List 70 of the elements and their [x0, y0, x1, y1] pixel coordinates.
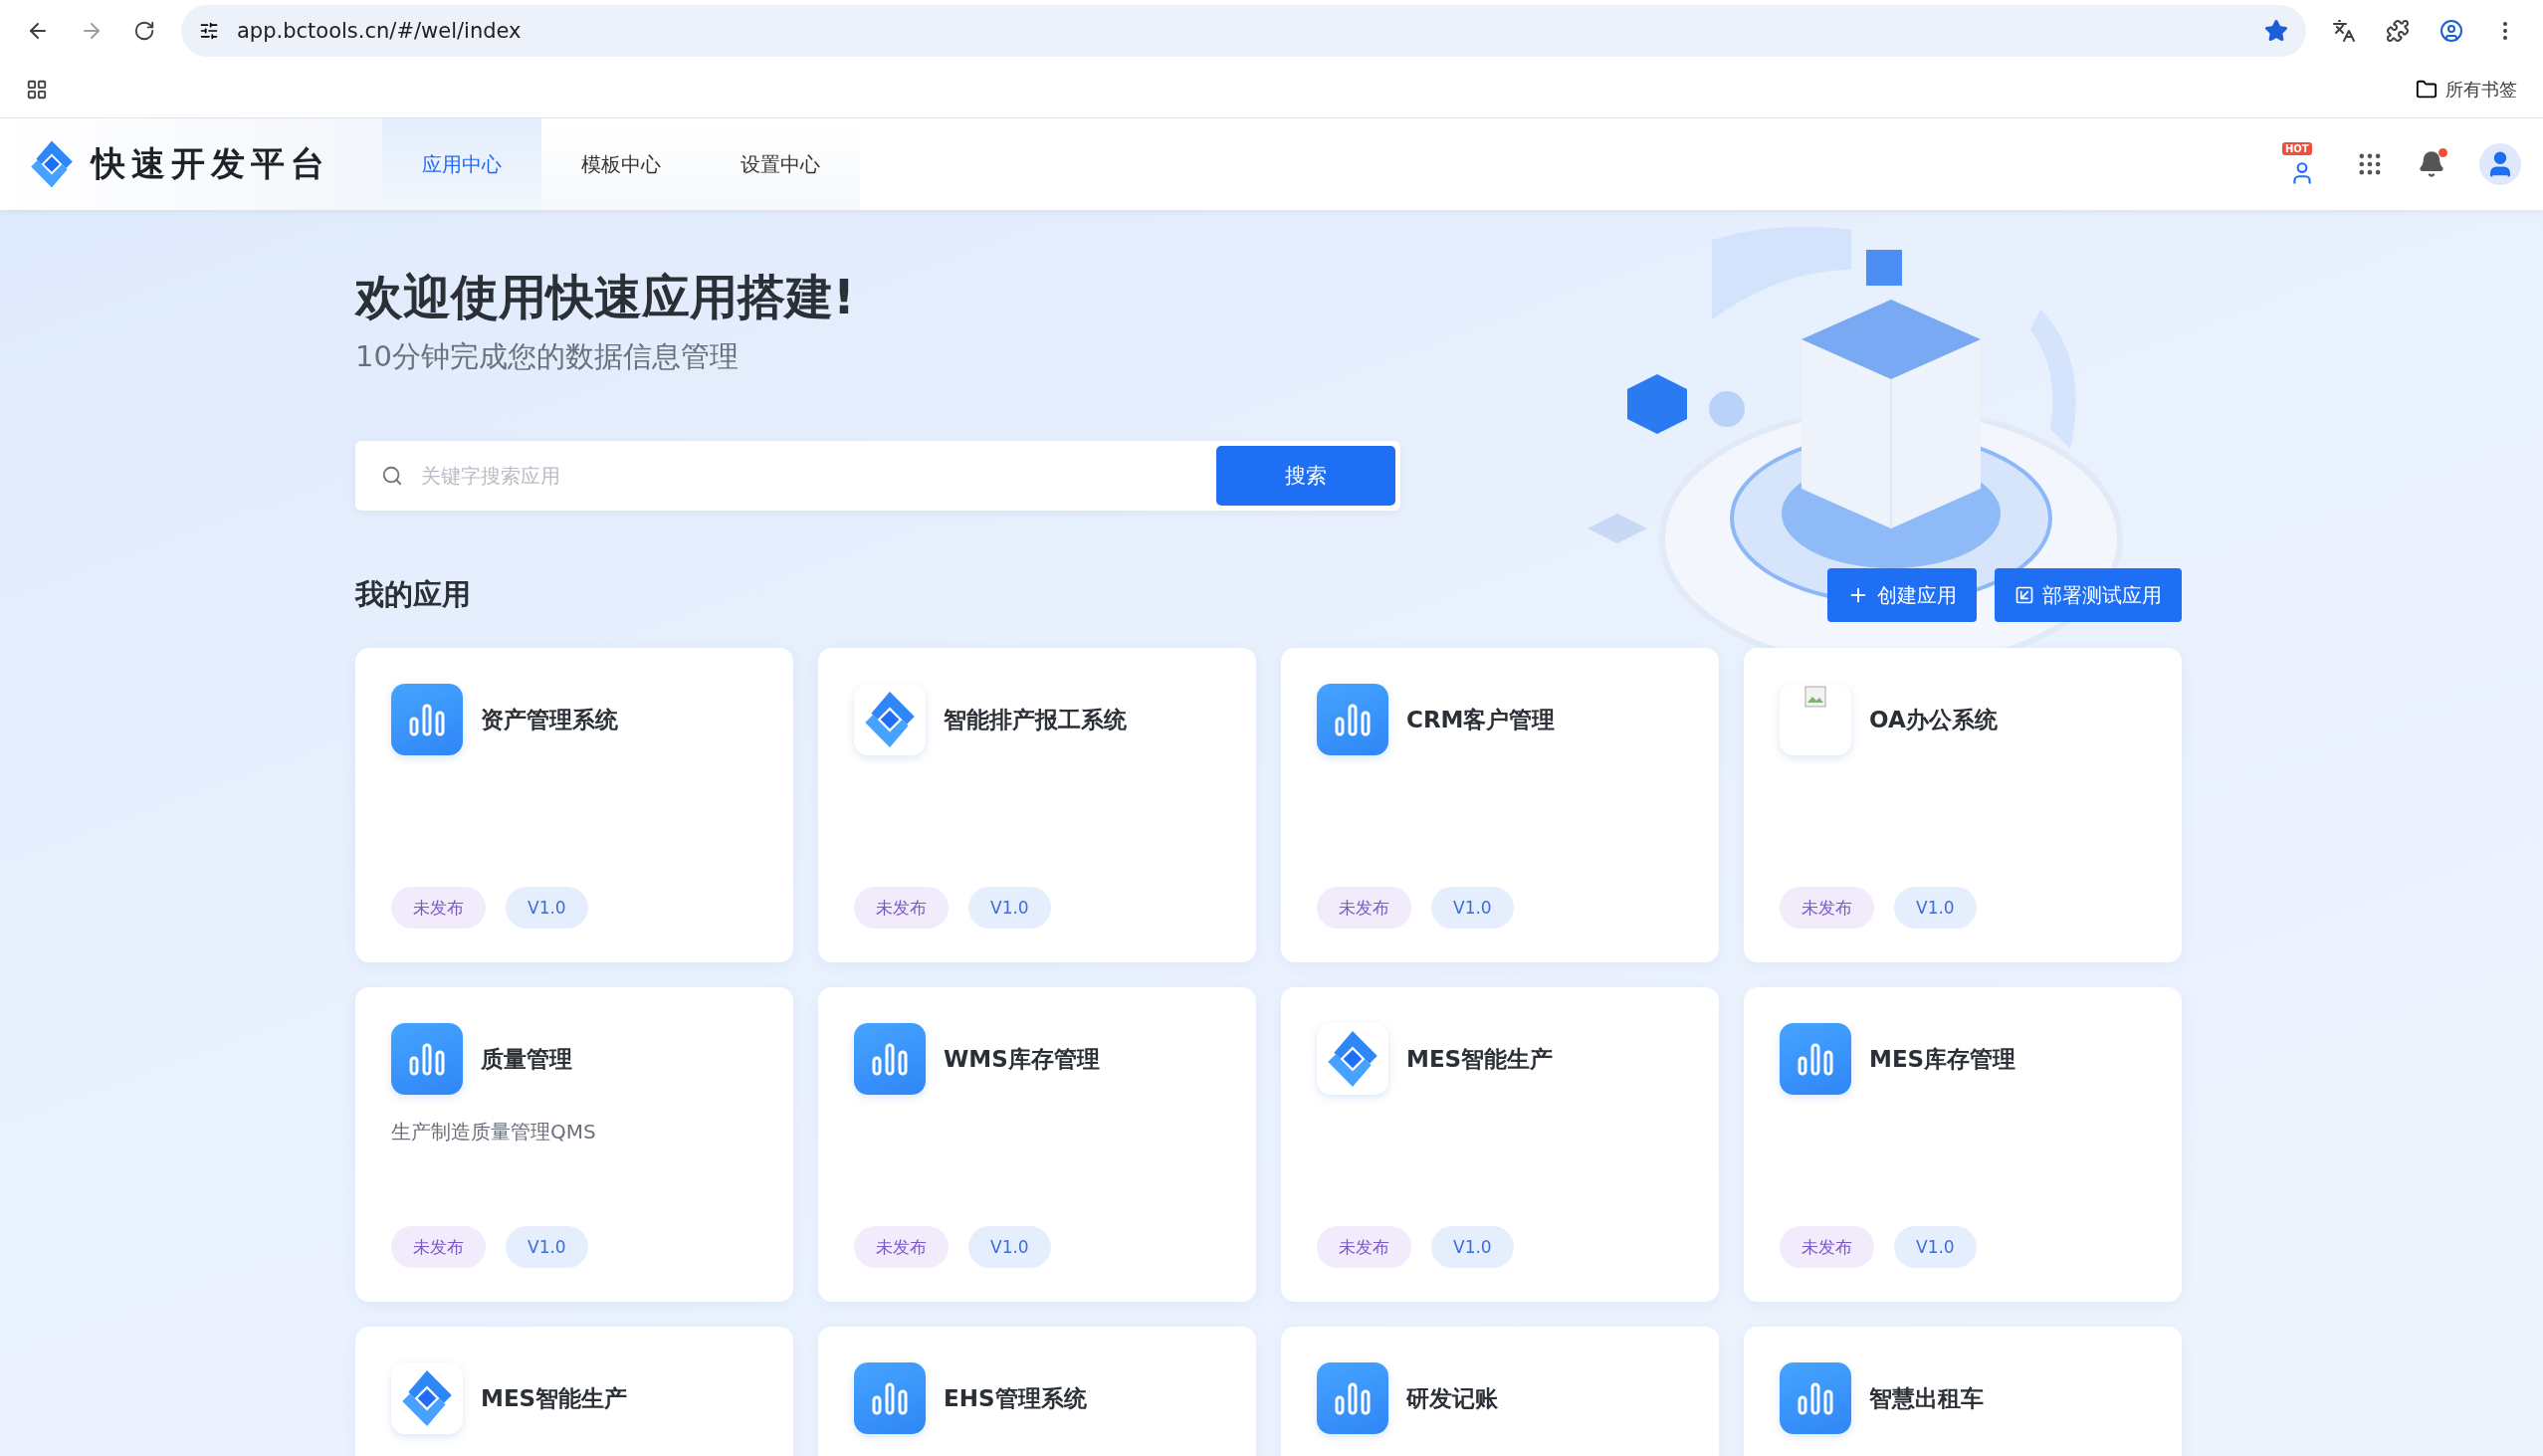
folder-icon[interactable]	[2416, 79, 2437, 101]
app-name: 智能排产报工系统	[944, 705, 1127, 734]
app-card[interactable]: WMS库存管理 未发布 V1.0	[818, 987, 1256, 1302]
status-tag: 未发布	[1780, 1226, 1874, 1268]
version-tag: V1.0	[968, 887, 1051, 929]
address-bar[interactable]: app.bctools.cn/#/wel/index	[181, 5, 2306, 57]
app-card[interactable]: MES库存管理 未发布 V1.0	[1744, 987, 2182, 1302]
welcome-title: 欢迎使用快速应用搭建!	[355, 268, 856, 326]
app-name: MES智能生产	[481, 1383, 628, 1413]
status-tag: 未发布	[854, 1226, 949, 1268]
notification-bell-icon[interactable]	[2418, 150, 2445, 178]
status-tag: 未发布	[1317, 887, 1411, 929]
search-button[interactable]: 搜索	[1216, 446, 1395, 506]
app-card[interactable]: 资产管理系统 未发布 V1.0	[355, 648, 793, 962]
bar-chart-icon	[1333, 1381, 1373, 1415]
app-name: MES库存管理	[1869, 1044, 2016, 1074]
search-field[interactable]: 关键字搜索应用 搜索	[355, 441, 1400, 511]
nav-tab[interactable]: 模板中心	[541, 118, 701, 210]
version-tag: V1.0	[506, 1226, 588, 1268]
app-name: 资产管理系统	[481, 705, 618, 734]
app-card[interactable]: 质量管理 生产制造质量管理QMS 未发布 V1.0	[355, 987, 793, 1302]
create-app-button[interactable]: 创建应用	[1827, 568, 1977, 622]
app-name: WMS库存管理	[944, 1044, 1100, 1074]
status-tag: 未发布	[1780, 887, 1874, 929]
section-title: 我的应用	[355, 576, 472, 613]
app-card[interactable]: MES智能生产 未发布 V1.0	[1281, 987, 1719, 1302]
app-name: MES智能生产	[1406, 1044, 1554, 1074]
app-card[interactable]: CRM客户管理 未发布 V1.0	[1281, 648, 1719, 962]
version-tag: V1.0	[1894, 1226, 1977, 1268]
bar-chart-icon	[1333, 703, 1373, 736]
app-card[interactable]: 智能排产报工系统 未发布 V1.0	[818, 648, 1256, 962]
status-tag: 未发布	[391, 1226, 486, 1268]
app-name: 智慧出租车	[1869, 1383, 1984, 1413]
app-card[interactable]: OA办公系统 未发布 V1.0	[1744, 648, 2182, 962]
app-card[interactable]: MES智能生产	[355, 1327, 793, 1456]
status-tag: 未发布	[854, 887, 949, 929]
app-name: 质量管理	[481, 1044, 572, 1074]
app-name: CRM客户管理	[1406, 705, 1556, 734]
status-tag: 未发布	[391, 887, 486, 929]
deploy-app-button[interactable]: 部署测试应用	[1995, 568, 2182, 622]
app-card[interactable]: 研发记账	[1281, 1327, 1719, 1456]
version-tag: V1.0	[506, 887, 588, 929]
brand-name: 快速开发平台	[92, 142, 330, 185]
version-tag: V1.0	[968, 1226, 1051, 1268]
user-avatar[interactable]	[2479, 143, 2521, 185]
all-bookmarks-button[interactable]: 所有书签	[2412, 76, 2521, 104]
app-name: OA办公系统	[1869, 705, 1998, 734]
bar-chart-icon	[1796, 1381, 1835, 1415]
broken-image-icon	[1804, 686, 1826, 708]
url-text: app.bctools.cn/#/wel/index	[237, 19, 523, 43]
bar-chart-icon	[870, 1381, 910, 1415]
app-card[interactable]: 智慧出租车	[1744, 1327, 2182, 1456]
bar-chart-icon	[1796, 1042, 1835, 1076]
app-card[interactable]: EHS管理系统	[818, 1327, 1256, 1456]
bookmark-star-icon[interactable]	[2264, 19, 2288, 43]
app-description: 生产制造质量管理QMS	[391, 1119, 597, 1145]
version-tag: V1.0	[1431, 887, 1514, 929]
bar-chart-icon	[407, 703, 447, 736]
nav-tab[interactable]: 应用中心	[382, 118, 541, 210]
welcome-subtitle: 10分钟完成您的数据信息管理	[355, 338, 740, 375]
site-settings-icon[interactable]	[199, 21, 219, 41]
bar-chart-icon	[407, 1042, 447, 1076]
search-icon	[381, 465, 403, 487]
app-name: 研发记账	[1406, 1383, 1498, 1413]
app-name: EHS管理系统	[944, 1383, 1087, 1413]
bar-chart-icon	[870, 1042, 910, 1076]
version-tag: V1.0	[1894, 887, 1977, 929]
nav-tab[interactable]: 设置中心	[701, 118, 860, 210]
status-tag: 未发布	[1317, 1226, 1411, 1268]
version-tag: V1.0	[1431, 1226, 1514, 1268]
